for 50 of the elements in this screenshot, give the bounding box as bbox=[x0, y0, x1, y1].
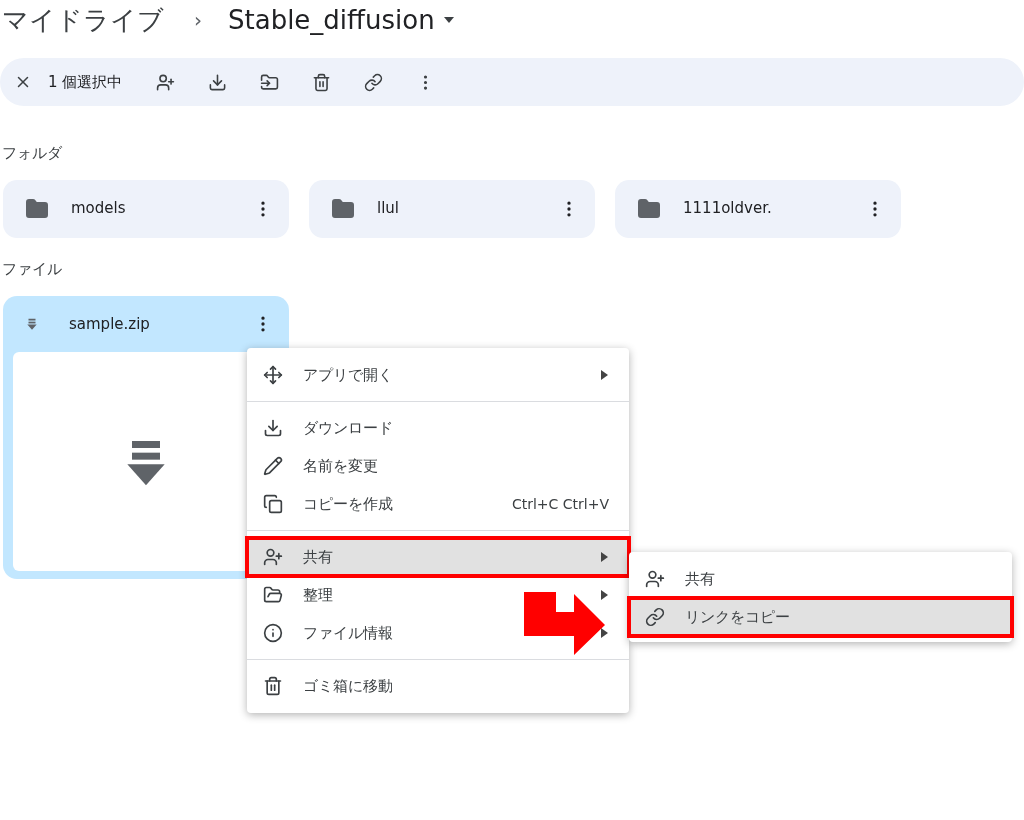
selection-count: 1 個選択中 bbox=[48, 71, 123, 93]
menu-item-label: コピーを作成 bbox=[303, 493, 394, 515]
link-icon bbox=[645, 607, 665, 627]
menu-item[interactable]: 整理 bbox=[247, 576, 629, 614]
caret-icon bbox=[442, 16, 455, 24]
menu-item[interactable]: ファイル情報 bbox=[247, 614, 629, 652]
menu-item-label: 名前を変更 bbox=[303, 455, 379, 477]
file-name: sample.zip bbox=[69, 313, 151, 335]
folder-icon bbox=[637, 196, 661, 221]
menu-item[interactable]: リンクをコピー bbox=[629, 598, 1012, 636]
folder-icon bbox=[25, 196, 49, 221]
copy-icon bbox=[263, 494, 283, 514]
folder-name: llul bbox=[377, 198, 400, 220]
menu-item-label: アプリで開く bbox=[303, 364, 394, 386]
menu-item-label: ファイル情報 bbox=[303, 622, 394, 644]
shortcut-text: Ctrl+C Ctrl+V bbox=[511, 494, 609, 514]
menu-item[interactable]: ゴミ箱に移動 bbox=[247, 667, 629, 705]
folder-card[interactable]: models bbox=[3, 179, 289, 238]
menu-item-label: リンクをコピー bbox=[685, 606, 790, 628]
info-icon bbox=[263, 623, 283, 643]
section-heading: ファイル bbox=[2, 258, 63, 280]
menu-item-label: ゴミ箱に移動 bbox=[303, 675, 394, 697]
menu-item-label: 共有 bbox=[303, 546, 334, 568]
add-person-icon bbox=[263, 547, 283, 567]
move-to-folder-icon[interactable] bbox=[259, 72, 279, 92]
folder-card[interactable]: llul bbox=[309, 179, 595, 238]
download-icon[interactable] bbox=[207, 72, 227, 92]
section-heading: フォルダ bbox=[2, 143, 63, 164]
trash-icon bbox=[263, 676, 283, 696]
download-icon bbox=[263, 418, 283, 438]
folder-name: 1111oldver. bbox=[683, 198, 773, 220]
breadcrumb-root[interactable]: マイドライブ bbox=[2, 0, 164, 40]
link-icon[interactable] bbox=[363, 72, 383, 92]
menu-item[interactable]: 共有 bbox=[629, 560, 1012, 598]
zip-file-icon bbox=[25, 317, 39, 331]
menu-item-label: ダウンロード bbox=[303, 417, 394, 439]
folder-name: models bbox=[71, 198, 127, 220]
breadcrumb-separator: › bbox=[194, 7, 202, 34]
menu-item[interactable]: 共有 bbox=[247, 538, 629, 576]
folder-card[interactable]: 1111oldver. bbox=[615, 179, 901, 238]
folder-title-dropdown[interactable]: Stable_diffusion bbox=[228, 0, 455, 40]
add-person-icon bbox=[645, 569, 665, 589]
folder-icon bbox=[263, 585, 283, 605]
share-icon[interactable] bbox=[155, 72, 175, 92]
trash-icon[interactable] bbox=[311, 72, 331, 92]
pencil-icon bbox=[263, 456, 283, 476]
folder-icon bbox=[331, 196, 355, 221]
menu-item-label: 整理 bbox=[303, 584, 334, 606]
move-icon bbox=[263, 365, 283, 385]
menu-item-label: 共有 bbox=[685, 568, 715, 590]
